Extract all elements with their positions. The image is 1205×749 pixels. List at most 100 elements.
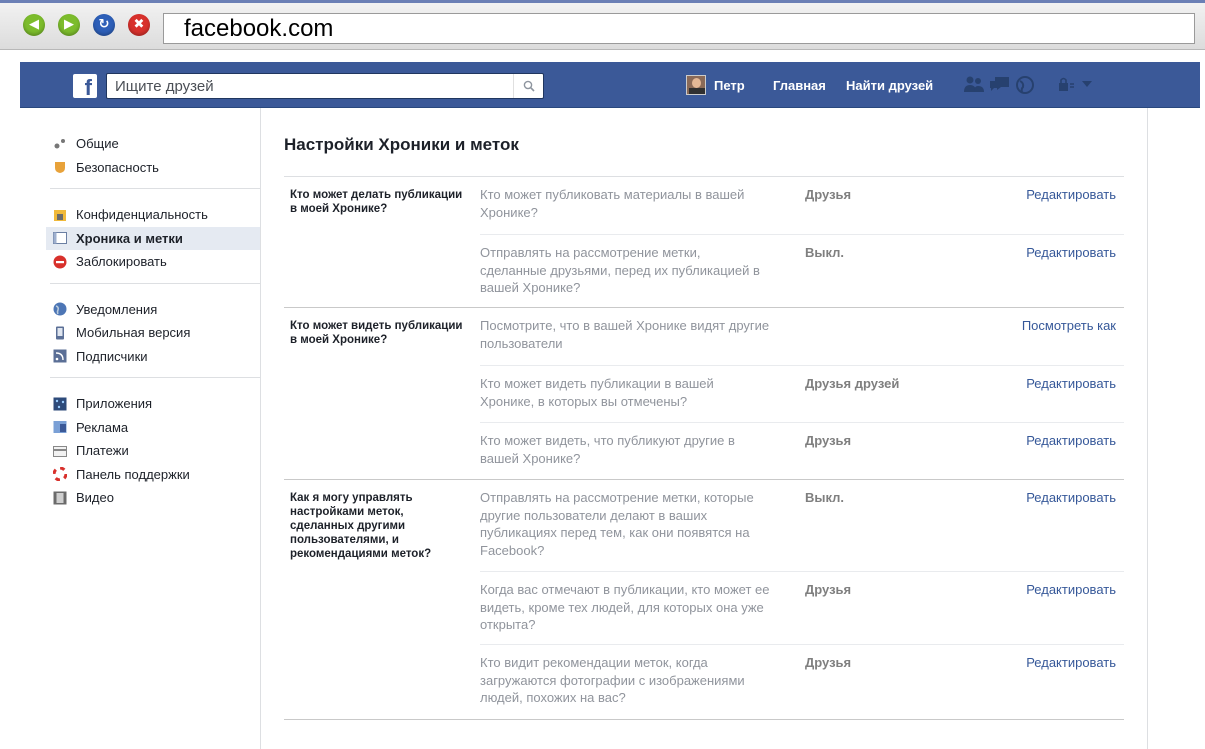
sidebar-item-label: Общие	[76, 136, 119, 152]
globe-icon	[53, 302, 67, 316]
sidebar-item-label: Приложения	[76, 396, 153, 412]
sidebar-item-support-dashboard[interactable]: Панель поддержки	[50, 463, 260, 487]
section-title: Как я могу управлять настройками меток, …	[290, 492, 432, 560]
edit-link[interactable]: Редактировать	[1026, 245, 1116, 260]
sidebar-group-apps: Приложения Реклама Платежи Панель поддер…	[50, 392, 260, 519]
settings-section: Как я могу управлять настройками меток, …	[284, 480, 1124, 720]
sidebar-group-privacy: Конфиденциальность Хроника и метки Забло…	[46, 203, 260, 284]
sidebar-item-label: Уведомления	[76, 301, 158, 317]
setting-value: Друзья друзей	[805, 376, 900, 391]
view-as-link[interactable]: Посмотреть как	[1022, 318, 1116, 333]
sidebar-item-privacy[interactable]: Конфиденциальность	[50, 203, 260, 227]
sidebar-item-notifications[interactable]: Уведомления	[50, 298, 260, 322]
sidebar-group-general: Общие Безопасность	[50, 132, 260, 189]
stop-icon[interactable]: ✖	[128, 14, 150, 36]
edit-link[interactable]: Редактировать	[1026, 490, 1116, 505]
section-title: Кто может видеть публикации в моей Хрони…	[290, 320, 463, 346]
edit-link[interactable]: Редактировать	[1026, 655, 1116, 670]
block-icon	[53, 255, 67, 269]
sidebar-item-label: Конфиденциальность	[76, 207, 208, 223]
setting-question: Отправлять на рассмотрение метки, которы…	[480, 490, 754, 558]
sidebar-item-mobile[interactable]: Мобильная версия	[50, 321, 260, 345]
sidebar-item-general[interactable]: Общие	[50, 132, 260, 156]
sidebar-item-followers[interactable]: Подписчики	[50, 345, 260, 369]
setting-question: Кто может видеть публикации в вашей Хрон…	[480, 376, 714, 409]
page-title: Настройки Хроники и меток	[284, 135, 519, 154]
sidebar-item-label: Реклама	[76, 419, 129, 435]
facebook-top-bar: f Петр Главная Найти друзей	[20, 62, 1200, 108]
browser-chrome: ◀ ▶ ↻ ✖ facebook.com	[0, 0, 1205, 50]
setting-question: Кто видит рекомендации меток, когда загр…	[480, 655, 745, 705]
sidebar-item-blocking[interactable]: Заблокировать	[50, 250, 260, 274]
reload-icon[interactable]: ↻	[93, 14, 115, 36]
timeline-icon	[53, 231, 67, 245]
lock-icon	[53, 208, 67, 222]
search-input[interactable]	[107, 74, 507, 98]
lifebuoy-icon	[53, 467, 67, 482]
search-button[interactable]	[513, 74, 543, 98]
gears-icon	[53, 137, 67, 151]
notifications-globe-icon[interactable]	[1015, 75, 1035, 95]
sidebar-item-security[interactable]: Безопасность	[50, 156, 260, 180]
sidebar-item-label: Заблокировать	[76, 254, 167, 270]
sidebar-item-label: Подписчики	[76, 348, 148, 364]
setting-question: Когда вас отмечают в публикации, кто мож…	[480, 582, 770, 632]
apps-icon	[53, 397, 67, 411]
settings-section: Кто может видеть публикации в моей Хрони…	[284, 308, 1124, 480]
profile-link[interactable]: Петр	[714, 78, 745, 93]
section-title: Кто может делать публикации в моей Хрони…	[290, 189, 463, 215]
search-box	[106, 73, 544, 99]
setting-question: Кто может публиковать материалы в вашей …	[480, 187, 745, 220]
settings-sidebar: Общие Безопасность Конфиденциальность Хр…	[46, 132, 260, 533]
edit-link[interactable]: Редактировать	[1026, 582, 1116, 597]
sidebar-item-label: Мобильная версия	[76, 325, 191, 341]
setting-value: Друзья	[805, 655, 852, 670]
settings-row: Кто может видеть публикации в вашей Хрон…	[480, 365, 1124, 422]
sidebar-item-videos[interactable]: Видео	[50, 486, 260, 510]
section-rows: Кто может публиковать материалы в вашей …	[480, 177, 1124, 307]
back-arrow-icon[interactable]: ◀	[23, 14, 45, 36]
sidebar-item-payments[interactable]: Платежи	[50, 439, 260, 463]
setting-value: Друзья	[805, 433, 852, 448]
setting-value: Выкл.	[805, 245, 845, 260]
sidebar-item-label: Панель поддержки	[76, 466, 190, 482]
card-icon	[53, 444, 67, 458]
edit-link[interactable]: Редактировать	[1026, 376, 1116, 391]
home-link[interactable]: Главная	[773, 78, 826, 93]
account-menu-chevron-down-icon[interactable]	[1082, 81, 1092, 89]
film-icon	[53, 491, 67, 505]
facebook-logo-icon[interactable]: f	[73, 74, 97, 98]
privacy-shortcuts-icon[interactable]	[1057, 75, 1075, 95]
setting-value	[780, 317, 940, 355]
settings-row: Когда вас отмечают в публикации, кто мож…	[480, 571, 1124, 644]
avatar[interactable]	[686, 75, 706, 95]
sidebar-item-apps[interactable]: Приложения	[50, 392, 260, 416]
section-rows: Отправлять на рассмотрение метки, которы…	[480, 480, 1124, 719]
edit-link[interactable]: Редактировать	[1026, 433, 1116, 448]
rss-icon	[53, 349, 67, 363]
sidebar-item-label: Безопасность	[76, 159, 159, 175]
settings-row: Кто видит рекомендации меток, когда загр…	[480, 644, 1124, 719]
settings-sections: Кто может делать публикации в моей Хрони…	[284, 176, 1124, 720]
shield-icon	[53, 160, 67, 174]
sidebar-item-ads[interactable]: Реклама	[50, 416, 260, 440]
sidebar-group-notifications: Уведомления Мобильная версия Подписчики	[50, 298, 260, 378]
settings-row: Отправлять на рассмотрение метки, сделан…	[480, 234, 1124, 307]
settings-row: Кто может публиковать материалы в вашей …	[480, 177, 1124, 234]
setting-question: Отправлять на рассмотрение метки, сделан…	[480, 245, 760, 295]
friend-requests-icon[interactable]	[963, 75, 985, 95]
sidebar-item-timeline-and-tagging[interactable]: Хроника и метки	[46, 226, 260, 250]
address-bar[interactable]: facebook.com	[163, 13, 1195, 44]
settings-row: Посмотрите, что в вашей Хронике видят др…	[480, 308, 1124, 365]
search-icon	[523, 80, 535, 92]
forward-arrow-icon[interactable]: ▶	[58, 14, 80, 36]
settings-row: Отправлять на рассмотрение метки, которы…	[480, 480, 1124, 571]
messages-icon[interactable]	[989, 75, 1011, 95]
mobile-icon	[53, 326, 67, 340]
edit-link[interactable]: Редактировать	[1026, 187, 1116, 202]
setting-question: Кто может видеть, что публикуют другие в…	[480, 433, 735, 466]
sidebar-item-label: Хроника и метки	[76, 230, 183, 246]
ads-icon	[53, 420, 67, 434]
find-friends-link[interactable]: Найти друзей	[846, 78, 933, 93]
setting-value: Выкл.	[805, 490, 845, 505]
